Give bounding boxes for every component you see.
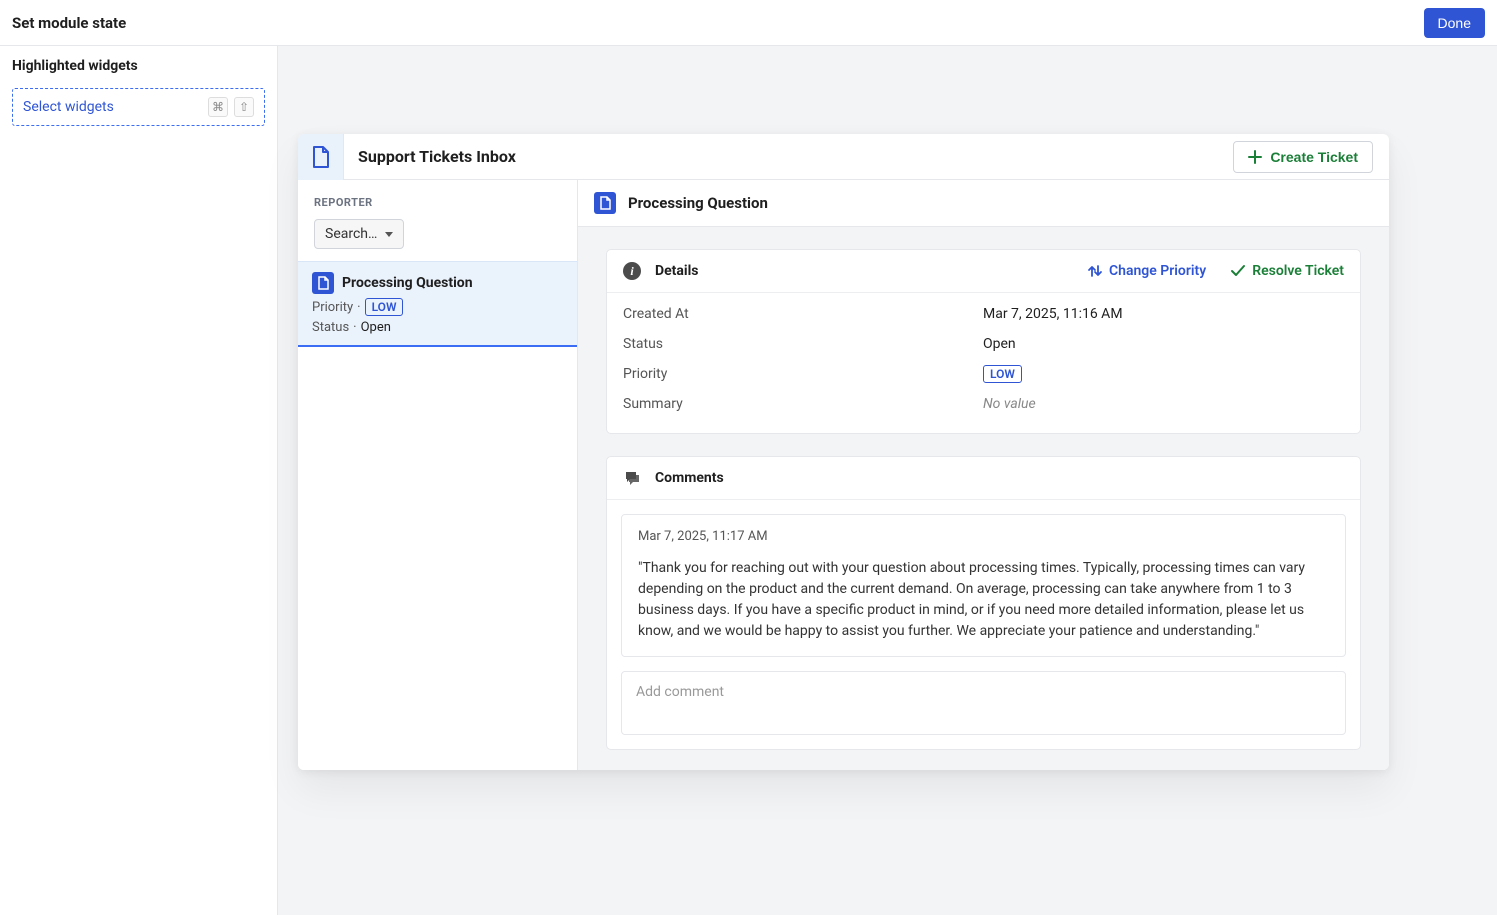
shift-key-icon: ⇧ <box>234 97 254 117</box>
document-icon <box>311 146 331 168</box>
detail-title: Processing Question <box>628 194 768 212</box>
detail-header: Processing Question <box>578 180 1389 227</box>
app-title: Support Tickets Inbox <box>358 147 516 166</box>
comment-item: Mar 7, 2025, 11:17 AM "Thank you for rea… <box>621 514 1346 657</box>
page-title: Set module state <box>12 14 126 32</box>
app-module: Support Tickets Inbox Create Ticket REPO… <box>298 134 1389 770</box>
add-comment-input[interactable] <box>622 672 1345 734</box>
check-icon <box>1230 263 1246 279</box>
priority-badge: LOW <box>983 365 1022 383</box>
create-ticket-label: Create Ticket <box>1270 149 1358 165</box>
status-label: Status <box>312 320 349 335</box>
summary-value: No value <box>983 396 1344 412</box>
document-icon <box>312 272 334 294</box>
cmd-key-icon: ⌘ <box>208 97 228 117</box>
sort-icon <box>1087 263 1103 279</box>
ticket-title: Processing Question <box>342 275 473 291</box>
app-header: Support Tickets Inbox Create Ticket <box>298 134 1389 180</box>
created-at-value: Mar 7, 2025, 11:16 AM <box>983 306 1344 322</box>
select-widgets-label: Select widgets <box>23 99 114 115</box>
priority-label: Priority <box>623 366 983 382</box>
app-icon <box>298 134 344 180</box>
resolve-ticket-button[interactable]: Resolve Ticket <box>1230 263 1344 279</box>
reporter-label: REPORTER <box>298 180 577 219</box>
canvas: Support Tickets Inbox Create Ticket REPO… <box>278 46 1497 915</box>
change-priority-label: Change Priority <box>1109 263 1206 279</box>
left-panel: Highlighted widgets Select widgets ⌘ ⇧ <box>0 46 278 915</box>
priority-badge: LOW <box>365 298 404 316</box>
ticket-list-column: REPORTER Search… Processing Question <box>298 180 578 770</box>
priority-label: Priority <box>312 300 353 315</box>
resolve-ticket-label: Resolve Ticket <box>1252 263 1344 279</box>
status-label: Status <box>623 336 983 352</box>
change-priority-button[interactable]: Change Priority <box>1087 263 1206 279</box>
comments-icon <box>623 469 641 487</box>
comment-timestamp: Mar 7, 2025, 11:17 AM <box>638 529 1329 544</box>
summary-label: Summary <box>623 396 983 412</box>
create-ticket-button[interactable]: Create Ticket <box>1233 141 1373 173</box>
status-value: Open <box>361 320 391 335</box>
reporter-select[interactable]: Search… <box>314 219 404 249</box>
status-value: Open <box>983 336 1344 352</box>
ticket-detail-column: Processing Question i Details <box>578 180 1389 770</box>
done-button[interactable]: Done <box>1424 8 1485 38</box>
add-comment-box[interactable] <box>621 671 1346 735</box>
comment-body: "Thank you for reaching out with your qu… <box>638 558 1329 642</box>
info-icon: i <box>623 262 641 280</box>
highlighted-widgets-heading: Highlighted widgets <box>12 58 265 74</box>
select-widgets-button[interactable]: Select widgets ⌘ ⇧ <box>12 88 265 126</box>
created-at-label: Created At <box>623 306 983 322</box>
chevron-down-icon <box>385 232 393 237</box>
shortcut-group: ⌘ ⇧ <box>208 97 254 117</box>
comments-panel: Comments Mar 7, 2025, 11:17 AM "Thank yo… <box>606 456 1361 750</box>
details-heading: Details <box>655 263 699 279</box>
comments-heading: Comments <box>655 470 724 486</box>
document-icon <box>594 192 616 214</box>
reporter-select-label: Search… <box>325 226 377 242</box>
details-panel: i Details Change Priority <box>606 249 1361 434</box>
ticket-list-item[interactable]: Processing Question Priority · LOW Statu… <box>298 261 577 347</box>
plus-icon <box>1248 150 1262 164</box>
